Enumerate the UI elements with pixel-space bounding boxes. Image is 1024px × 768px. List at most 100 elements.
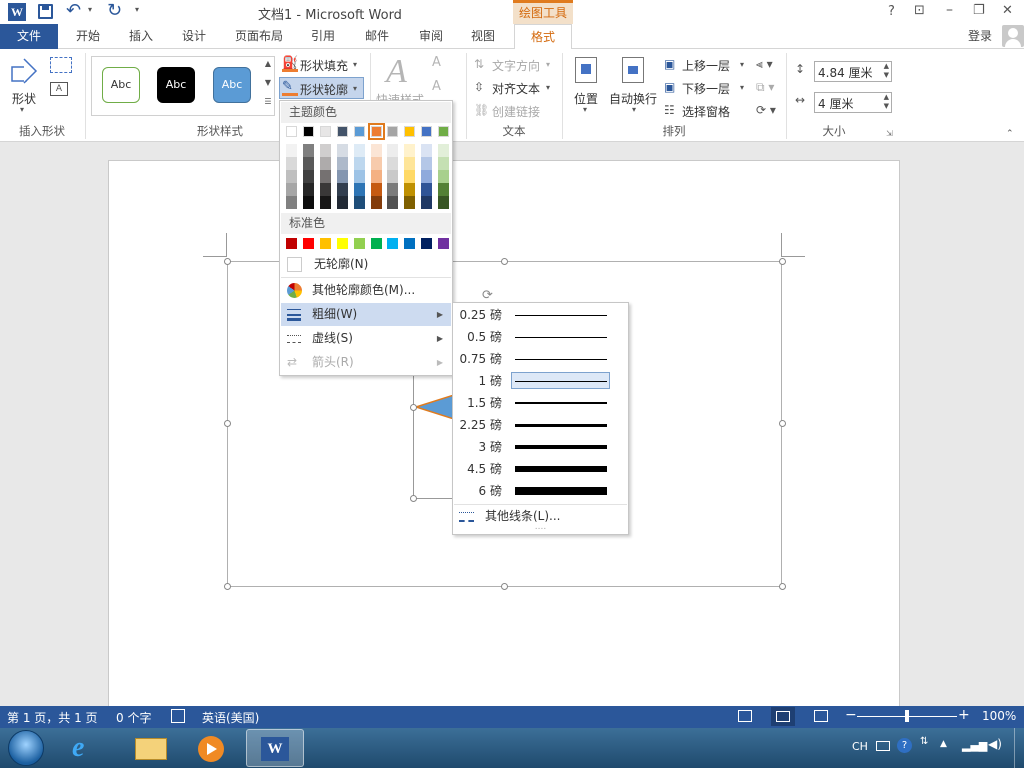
- dialog-launcher-icon[interactable]: ⇲: [886, 129, 893, 138]
- gallery-scroll-up-icon[interactable]: ▲: [262, 59, 274, 75]
- style-sample-outline[interactable]: Abc: [102, 67, 140, 103]
- triangle-shape[interactable]: [413, 393, 455, 421]
- group-icon[interactable]: ⧉ ▾: [756, 80, 774, 95]
- theme-shade-swatch[interactable]: [336, 144, 348, 157]
- selection-pane-button[interactable]: 选择窗格: [682, 103, 730, 120]
- word-app-icon[interactable]: W: [8, 3, 26, 21]
- standard-color-swatch[interactable]: [370, 238, 382, 249]
- standard-color-swatch[interactable]: [319, 238, 331, 249]
- theme-shade-swatch[interactable]: [286, 196, 297, 209]
- theme-shade-swatch[interactable]: [387, 157, 399, 170]
- weight-item[interactable]: 粗细(W) ▶: [281, 303, 451, 326]
- tab-home[interactable]: 开始: [66, 24, 110, 49]
- theme-shade-swatch[interactable]: [319, 157, 331, 170]
- tab-layout[interactable]: 页面布局: [226, 24, 292, 49]
- resize-handle[interactable]: [501, 583, 508, 590]
- theme-color-swatch[interactable]: [421, 126, 433, 137]
- tab-file[interactable]: 文件: [0, 24, 58, 49]
- theme-color-swatch[interactable]: [387, 126, 399, 137]
- resize-handle[interactable]: [501, 258, 508, 265]
- theme-shade-swatch[interactable]: [319, 144, 331, 157]
- theme-shade-swatch[interactable]: [286, 144, 297, 157]
- theme-shade-swatch[interactable]: [387, 170, 399, 183]
- tray-settings-icon[interactable]: ⇅: [920, 736, 928, 747]
- resize-handle[interactable]: [779, 258, 786, 265]
- proofing-icon[interactable]: [171, 709, 185, 723]
- resize-handle[interactable]: [779, 420, 786, 427]
- theme-shade-swatch[interactable]: [421, 157, 433, 170]
- line-weight-option[interactable]: 1 磅: [454, 370, 627, 392]
- save-icon[interactable]: [38, 4, 53, 19]
- theme-shade-swatch[interactable]: [370, 196, 382, 209]
- theme-shade-swatch[interactable]: [353, 144, 365, 157]
- bring-forward-button[interactable]: 上移一层: [682, 57, 730, 74]
- theme-color-swatch[interactable]: [438, 126, 450, 137]
- resize-grip[interactable]: ....: [453, 523, 628, 532]
- theme-shade-swatch[interactable]: [438, 183, 450, 196]
- file-explorer-icon[interactable]: [135, 738, 167, 760]
- page-count[interactable]: 第 1 页，共 1 页: [7, 709, 98, 726]
- theme-color-swatch[interactable]: [302, 126, 314, 137]
- dashes-item[interactable]: 虚线(S) ▶: [281, 327, 451, 350]
- theme-shade-swatch[interactable]: [319, 196, 331, 209]
- theme-shade-swatch[interactable]: [387, 196, 399, 209]
- show-desktop-button[interactable]: [1014, 728, 1024, 768]
- line-weight-option[interactable]: 6 磅: [454, 480, 627, 502]
- shape-fill-button[interactable]: 形状填充: [300, 57, 348, 74]
- theme-shade-swatch[interactable]: [387, 144, 399, 157]
- tab-references[interactable]: 引用: [300, 24, 346, 49]
- start-button-icon[interactable]: [8, 730, 44, 766]
- theme-shade-swatch[interactable]: [404, 157, 416, 170]
- line-weight-option[interactable]: 4.5 磅: [454, 458, 627, 480]
- print-layout-icon[interactable]: [771, 707, 795, 726]
- tab-mailings[interactable]: 邮件: [354, 24, 400, 49]
- keyboard-icon[interactable]: [876, 741, 890, 751]
- shape-height-input[interactable]: 4.84 厘米 ▲ ▼: [814, 61, 892, 82]
- gallery-more-icon[interactable]: ☰: [262, 97, 274, 113]
- standard-color-swatch[interactable]: [286, 238, 297, 249]
- resize-handle[interactable]: [224, 420, 231, 427]
- undo-dropdown-icon[interactable]: ▾: [88, 5, 92, 14]
- standard-color-swatch[interactable]: [336, 238, 348, 249]
- theme-shade-swatch[interactable]: [353, 196, 365, 209]
- theme-shade-swatch[interactable]: [404, 183, 416, 196]
- theme-shade-swatch[interactable]: [421, 183, 433, 196]
- network-icon[interactable]: ▂▄▆: [962, 739, 987, 752]
- zoom-level[interactable]: 100%: [982, 709, 1016, 723]
- theme-color-swatch[interactable]: [404, 126, 416, 137]
- ime-indicator[interactable]: CH: [852, 740, 868, 753]
- theme-color-swatch[interactable]: [336, 126, 348, 137]
- standard-color-swatch[interactable]: [353, 238, 365, 249]
- edit-shape-icon[interactable]: [50, 57, 72, 73]
- align-text-button[interactable]: 对齐文本: [492, 80, 540, 97]
- send-backward-button[interactable]: 下移一层: [682, 80, 730, 97]
- theme-shade-swatch[interactable]: [286, 170, 297, 183]
- theme-shade-swatch[interactable]: [302, 183, 314, 196]
- media-player-icon[interactable]: [198, 736, 224, 762]
- line-weight-option[interactable]: 3 磅: [454, 436, 627, 458]
- theme-color-swatch[interactable]: [286, 126, 297, 137]
- theme-color-swatch[interactable]: [367, 123, 385, 140]
- more-outline-colors-item[interactable]: 其他轮廓颜色(M)...: [281, 279, 451, 302]
- line-weight-option[interactable]: 0.75 磅: [454, 348, 627, 370]
- standard-color-swatch[interactable]: [387, 238, 399, 249]
- theme-shade-swatch[interactable]: [302, 196, 314, 209]
- language-indicator[interactable]: 英语(美国): [202, 709, 259, 726]
- theme-shade-swatch[interactable]: [438, 157, 450, 170]
- read-mode-icon[interactable]: [738, 710, 752, 722]
- rotate-handle-icon[interactable]: ⟳: [482, 288, 493, 303]
- standard-color-swatch[interactable]: [302, 238, 314, 249]
- tab-insert[interactable]: 插入: [118, 24, 164, 49]
- show-hidden-icons[interactable]: ▲: [940, 739, 947, 749]
- taskbar-word-button[interactable]: W: [246, 729, 304, 767]
- theme-shade-swatch[interactable]: [302, 170, 314, 183]
- ribbon-display-options-button[interactable]: ⊡: [914, 3, 925, 18]
- web-layout-icon[interactable]: [814, 710, 828, 722]
- text-box-icon[interactable]: A: [50, 82, 68, 96]
- theme-color-swatch[interactable]: [319, 126, 331, 137]
- theme-shade-swatch[interactable]: [286, 157, 297, 170]
- theme-shade-swatch[interactable]: [370, 183, 382, 196]
- line-weight-option[interactable]: 0.5 磅: [454, 326, 627, 348]
- zoom-in-button[interactable]: +: [958, 707, 970, 723]
- theme-shade-swatch[interactable]: [336, 157, 348, 170]
